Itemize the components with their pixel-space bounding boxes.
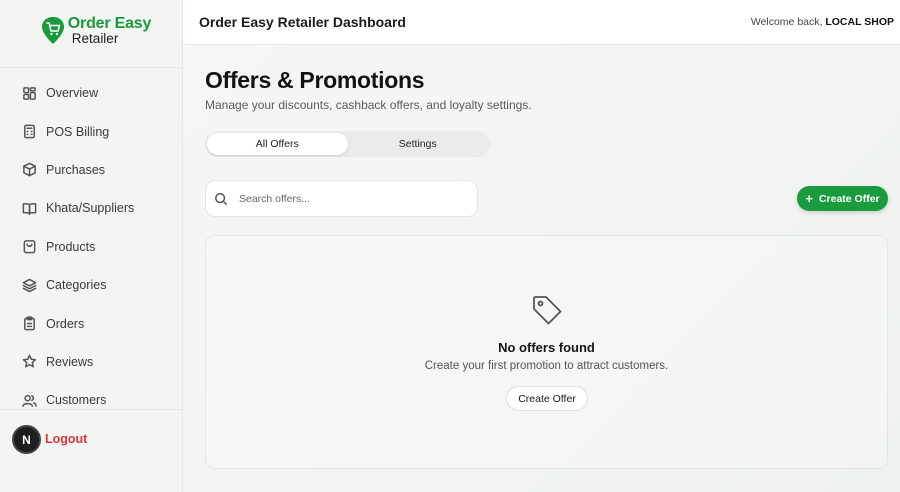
brand[interactable]: Order Easy Retailer <box>0 0 182 68</box>
create-offer-button[interactable]: + Create Offer <box>797 186 888 211</box>
sidebar-item-products[interactable]: Products <box>0 228 182 266</box>
cart-logo-icon <box>41 16 65 46</box>
offer-tabs: All Offers Settings <box>205 131 490 157</box>
logout-button[interactable]: Logout <box>45 432 87 446</box>
page-subtitle: Manage your discounts, cashback offers, … <box>205 98 532 112</box>
top-bar: Order Easy Retailer Dashboard Welcome ba… <box>183 0 900 45</box>
welcome-message: Welcome back, LOCAL SHOP <box>751 16 900 28</box>
brand-name: Order Easy <box>67 14 152 32</box>
layers-icon <box>22 278 37 292</box>
sidebar-item-label: Orders <box>46 316 85 331</box>
brand-sub: Retailer <box>71 30 119 46</box>
search-input[interactable] <box>239 192 459 205</box>
grid-icon <box>23 86 36 100</box>
empty-state-title: No offers found <box>498 340 595 355</box>
sidebar-item-label: Purchases <box>46 162 106 177</box>
sidebar-item-label: Overview <box>46 86 99 101</box>
main-content: Offers & Promotions Manage your discount… <box>183 45 900 492</box>
empty-create-offer-button[interactable]: Create Offer <box>506 386 588 411</box>
star-icon <box>22 355 37 368</box>
shopping-bag-icon <box>23 240 36 254</box>
sidebar-item-pos-billing[interactable]: POS Billing <box>0 112 182 150</box>
search-box <box>205 180 478 217</box>
welcome-prefix: Welcome back, <box>750 16 823 28</box>
shop-name: LOCAL SHOP <box>825 16 894 28</box>
clipboard-icon <box>24 316 35 331</box>
tag-icon <box>530 293 564 327</box>
sidebar-item-label: Customers <box>46 393 107 408</box>
sidebar: Order Easy Retailer Overview POS Billing… <box>0 0 183 492</box>
sidebar-item-reviews[interactable]: Reviews <box>0 343 182 381</box>
sidebar-item-categories[interactable]: Categories <box>0 266 182 304</box>
tab-settings[interactable]: Settings <box>348 133 489 155</box>
sidebar-item-label: Categories <box>46 278 107 293</box>
avatar[interactable]: N <box>12 425 41 454</box>
dashboard-title: Order Easy Retailer Dashboard <box>199 14 406 30</box>
book-icon <box>22 202 37 215</box>
sidebar-item-label: Khata/Suppliers <box>46 201 135 216</box>
sidebar-item-purchases[interactable]: Purchases <box>0 151 182 189</box>
package-icon <box>23 163 36 177</box>
create-offer-label: Create Offer <box>818 192 880 205</box>
empty-state-card: No offers found Create your first promot… <box>205 235 888 469</box>
sidebar-item-label: Reviews <box>46 354 94 369</box>
empty-state-subtitle: Create your first promotion to attract c… <box>424 360 669 372</box>
sidebar-item-label: POS Billing <box>46 124 110 139</box>
users-icon <box>22 394 37 407</box>
sidebar-item-label: Products <box>46 239 96 254</box>
page-title: Offers & Promotions <box>205 67 425 93</box>
sidebar-nav: Overview POS Billing Purchases Khata/Sup… <box>0 68 182 420</box>
tab-all-offers[interactable]: All Offers <box>207 133 348 155</box>
sidebar-item-overview[interactable]: Overview <box>0 74 182 112</box>
plus-icon: + <box>805 191 813 206</box>
sidebar-item-khata-suppliers[interactable]: Khata/Suppliers <box>0 189 182 227</box>
calculator-icon <box>24 124 35 139</box>
search-icon <box>215 192 228 205</box>
sidebar-item-orders[interactable]: Orders <box>0 304 182 342</box>
